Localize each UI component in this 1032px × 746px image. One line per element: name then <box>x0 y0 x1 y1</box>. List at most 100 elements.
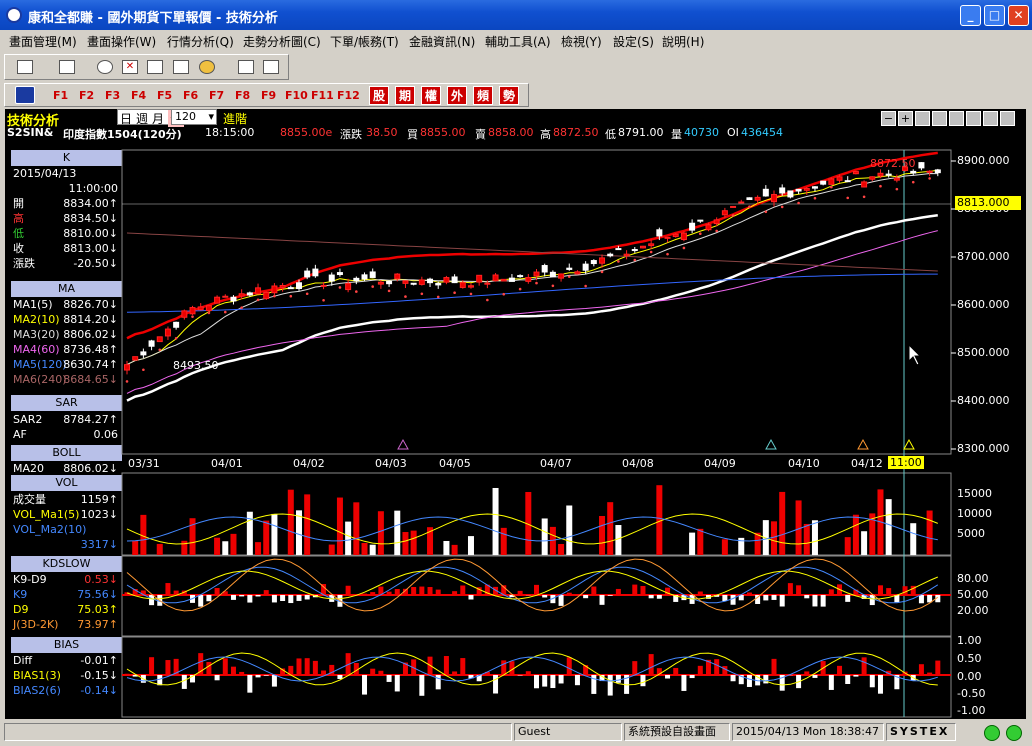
candle-body <box>148 340 155 347</box>
candle-body <box>533 271 540 277</box>
kd-bar <box>206 595 212 602</box>
market-futures-button[interactable]: 期 <box>395 86 415 105</box>
kd-bar <box>288 595 294 604</box>
market-options-button[interactable]: 權 <box>421 86 441 105</box>
fkey-f5[interactable]: F5 <box>157 89 172 102</box>
candle-body <box>549 271 556 278</box>
price-tick: 8700.000 <box>957 250 1010 263</box>
candle-body <box>869 176 876 180</box>
maximize-button[interactable]: □ <box>984 5 1005 26</box>
candle-body <box>205 305 212 312</box>
bias-bar <box>337 675 343 680</box>
split-icon[interactable] <box>173 60 189 74</box>
fkey-f6[interactable]: F6 <box>183 89 198 102</box>
chart-icon[interactable] <box>238 60 254 74</box>
fkey-f8[interactable]: F8 <box>235 89 250 102</box>
kd-bar <box>796 585 802 595</box>
list-icon[interactable] <box>147 60 163 74</box>
sar-dot <box>567 275 571 278</box>
sar-dot <box>404 295 407 298</box>
sar-dot <box>748 205 751 209</box>
menu-screen-manage[interactable]: 畫面管理(M) <box>9 33 77 50</box>
minimize-button[interactable]: _ <box>960 5 981 26</box>
fkey-f2[interactable]: F2 <box>79 89 94 102</box>
fkey-f7[interactable]: F7 <box>209 89 224 102</box>
bias-bar <box>378 670 384 675</box>
sar-dot <box>338 286 342 289</box>
kd-bar <box>632 584 638 595</box>
bias-bar <box>271 675 277 687</box>
bias-bar <box>370 668 376 675</box>
menu-settings[interactable]: 設定(S) <box>613 33 654 50</box>
search-icon[interactable] <box>97 60 113 74</box>
kd-bar <box>902 586 908 595</box>
sar-dot <box>715 229 718 233</box>
candle-body <box>680 232 687 241</box>
sar-dot <box>764 210 768 214</box>
kd-bar <box>804 595 810 599</box>
sar-dot <box>142 368 145 372</box>
fkey-f3[interactable]: F3 <box>105 89 120 102</box>
candle-body <box>140 351 147 356</box>
volume-bar <box>361 542 368 555</box>
fkey-f12[interactable]: F12 <box>337 89 360 102</box>
home-icon[interactable] <box>15 86 35 104</box>
monitor-icon[interactable] <box>59 60 75 74</box>
volume-bar <box>336 497 343 555</box>
close-button[interactable]: ✕ <box>1008 5 1029 26</box>
candle-body <box>222 295 229 298</box>
menu-tools[interactable]: 輔助工具(A) <box>485 33 551 50</box>
sar-dot <box>780 205 784 209</box>
bias-bar <box>386 675 392 682</box>
candle-body <box>820 180 827 185</box>
market-freq-button[interactable]: 頻 <box>473 86 493 105</box>
volume-bar <box>353 502 360 555</box>
bias-tick: -0.50 <box>957 687 986 700</box>
fkey-f11[interactable]: F11 <box>311 89 334 102</box>
volume-bar <box>852 514 859 555</box>
window-icon[interactable] <box>263 60 279 74</box>
candle-body <box>934 169 941 174</box>
layout-icon[interactable] <box>17 60 33 74</box>
menu-help[interactable]: 說明(H) <box>662 33 704 50</box>
sar-dot <box>731 214 735 217</box>
kd-bar <box>247 595 253 603</box>
date-tick: 04/05 <box>439 457 471 470</box>
menu-chart[interactable]: 走勢分析圖(C) <box>243 33 321 50</box>
candle-body <box>779 187 786 194</box>
volume-bar <box>369 544 376 555</box>
chart-canvas[interactable] <box>5 109 1026 719</box>
volume-bar <box>721 539 728 555</box>
candle-body <box>304 270 311 278</box>
kd-bar <box>886 588 892 595</box>
sar-dot <box>371 285 375 288</box>
fkey-f10[interactable]: F10 <box>285 89 308 102</box>
candle-body <box>558 273 565 279</box>
bias-bar <box>255 675 261 678</box>
bias-bar <box>566 657 572 675</box>
ma240-line <box>126 232 938 272</box>
fkey-f9[interactable]: F9 <box>261 89 276 102</box>
menu-order[interactable]: 下單/帳務(T) <box>330 33 399 50</box>
fkey-f4[interactable]: F4 <box>131 89 146 102</box>
menu-quote-analysis[interactable]: 行情分析(Q) <box>167 33 234 50</box>
market-stock-button[interactable]: 股 <box>369 86 389 105</box>
sar-dot <box>174 337 178 340</box>
bias-bar <box>869 675 875 688</box>
menu-view[interactable]: 檢視(Y) <box>561 33 602 50</box>
volume-bar <box>443 540 450 555</box>
kd-bar <box>517 590 523 595</box>
kd-bar <box>656 595 662 599</box>
market-trend-button[interactable]: 勢 <box>499 86 519 105</box>
sar-dot <box>469 292 473 296</box>
coin-icon[interactable] <box>199 60 215 74</box>
close-window-icon[interactable]: ✕ <box>122 60 138 74</box>
fkey-f1[interactable]: F1 <box>53 89 68 102</box>
bias-bar <box>214 675 220 681</box>
bias-bar <box>607 675 613 696</box>
market-foreign-button[interactable]: 外 <box>447 86 467 105</box>
menu-finance-info[interactable]: 金融資訊(N) <box>409 33 475 50</box>
menu-screen-operate[interactable]: 畫面操作(W) <box>87 33 156 50</box>
candle-body <box>467 285 474 288</box>
volume-bar <box>926 510 933 555</box>
